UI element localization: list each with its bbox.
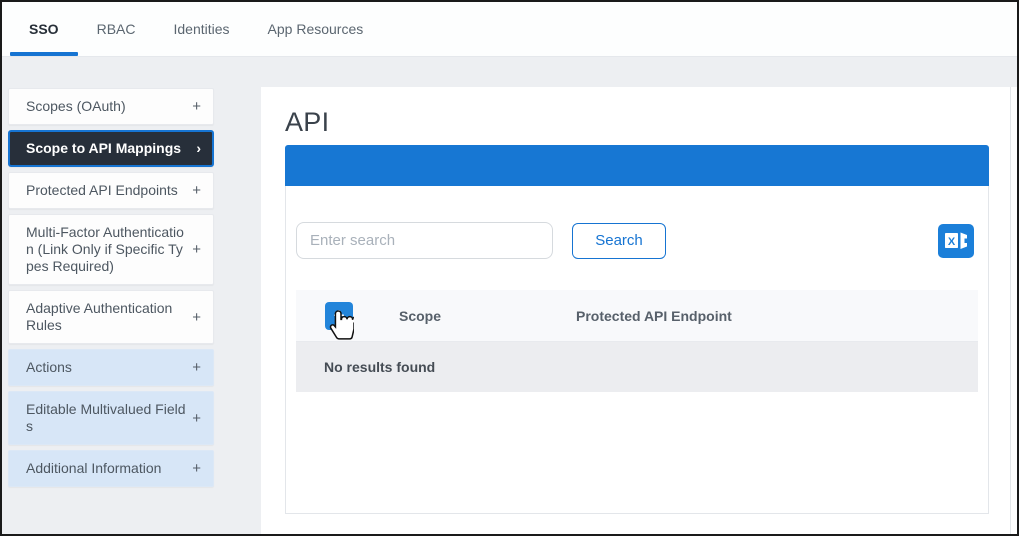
search-input[interactable] <box>296 222 553 259</box>
add-mapping-button[interactable]: + <box>325 301 353 330</box>
tab-rbac-label: RBAC <box>96 21 136 37</box>
sidebar-item-scope-to-api-mappings[interactable]: Scope to API Mappings › <box>8 130 214 167</box>
page-title: API <box>285 107 330 137</box>
column-header-scope: Scope <box>399 307 442 324</box>
tab-identities-label: Identities <box>173 21 230 37</box>
chevron-right-icon: › <box>196 140 201 156</box>
table-header-add-cell: + <box>296 301 399 330</box>
sidebar-item-label: Multi-Factor Authentication (Link Only i… <box>26 224 184 274</box>
tab-app-resources-label: App Resources <box>267 21 364 37</box>
sidebar-item-label: Protected API Endpoints <box>26 182 178 198</box>
plus-icon: + <box>192 359 201 376</box>
sidebar-item-adaptive-authentication-rules[interactable]: Adaptive Authentication Rules + <box>8 290 214 344</box>
tab-app-resources[interactable]: App Resources <box>249 2 383 56</box>
sidebar-item-actions[interactable]: Actions + <box>8 349 214 386</box>
search-row: Search X <box>296 222 978 259</box>
plus-icon: + <box>192 182 201 199</box>
card-header-bar <box>285 145 989 186</box>
sidebar-item-label: Adaptive Authentication Rules <box>26 300 173 333</box>
sidebar-item-label: Editable Multivalued Fields <box>26 401 186 434</box>
api-card: Search X + <box>285 145 989 514</box>
tab-identities[interactable]: Identities <box>154 2 248 56</box>
sidebar-item-label: Actions <box>26 359 72 375</box>
sidebar-item-label: Scopes (OAuth) <box>26 98 126 114</box>
tab-rbac[interactable]: RBAC <box>78 2 155 56</box>
sidebar-item-editable-multivalued-fields[interactable]: Editable Multivalued Fields + <box>8 391 214 445</box>
plus-icon: + <box>192 241 201 258</box>
main-panel: API Search X <box>261 87 1017 534</box>
svg-text:X: X <box>948 235 956 247</box>
sidebar-nav: Scopes (OAuth) + Scope to API Mappings ›… <box>8 88 214 487</box>
table-empty-row: No results found <box>296 342 978 392</box>
sidebar-item-scopes-oauth[interactable]: Scopes (OAuth) + <box>8 88 214 125</box>
table-header-row: + Scope Protected API Endpoint <box>296 290 978 342</box>
excel-export-icon: X <box>938 223 974 258</box>
tab-sso-label: SSO <box>29 21 59 37</box>
plus-icon: + <box>192 308 201 326</box>
sidebar-item-label: Scope to API Mappings <box>26 140 182 156</box>
plus-icon: + <box>192 460 201 477</box>
app-window: SSO RBAC Identities App Resources Scopes… <box>0 0 1019 536</box>
scrollbar-gutter <box>1010 87 1011 534</box>
search-button[interactable]: Search <box>572 222 666 259</box>
tab-sso[interactable]: SSO <box>10 2 78 56</box>
mappings-table: + Scope Protected API Endpoint No result… <box>296 290 978 392</box>
card-body: Search X + <box>286 186 988 392</box>
sidebar-item-additional-information[interactable]: Additional Information + <box>8 450 214 487</box>
excel-export-button[interactable]: X <box>938 223 974 258</box>
top-tab-bar: SSO RBAC Identities App Resources <box>2 2 1017 57</box>
sidebar-item-multi-factor-authentication[interactable]: Multi-Factor Authentication (Link Only i… <box>8 214 214 285</box>
plus-icon: + <box>192 98 201 115</box>
plus-icon: + <box>192 409 201 427</box>
sidebar-item-protected-api-endpoints[interactable]: Protected API Endpoints + <box>8 172 214 209</box>
empty-message: No results found <box>324 359 436 375</box>
sidebar-item-label: Additional Information <box>26 460 162 476</box>
column-header-protected-api-endpoint: Protected API Endpoint <box>576 307 732 324</box>
